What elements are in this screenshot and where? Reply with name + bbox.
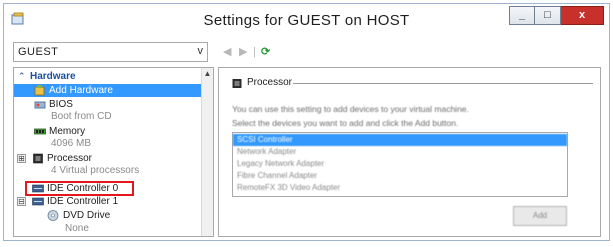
refresh-icon[interactable]: ⟳: [261, 44, 270, 60]
add-button[interactable]: Add: [513, 206, 567, 226]
add-hardware-icon: [34, 85, 45, 96]
forward-arrow-icon[interactable]: ▶: [239, 44, 247, 60]
collapse-chevron-icon[interactable]: ⌃: [18, 70, 26, 83]
maximize-button[interactable]: □: [535, 6, 561, 25]
vm-selector-value: GUEST: [18, 46, 59, 58]
settings-window: Settings for GUEST on HOST _ □ x GUEST v…: [3, 3, 610, 241]
scroll-up-arrow-icon[interactable]: ▲: [202, 69, 213, 78]
tree-item-label: IDE Controller 1: [47, 196, 119, 207]
tree-item-subtext: 4 Virtual processors: [51, 165, 140, 176]
settings-panel: Processor You can use this setting to ad…: [218, 67, 601, 237]
tree-item-dvd-drive[interactable]: DVD Drive: [14, 209, 202, 222]
device-item-fibre-channel-adapter[interactable]: Fibre Channel Adapter: [233, 170, 567, 182]
tree-item-subtext: None: [65, 223, 89, 234]
tree-header-hardware[interactable]: ⌃ Hardware: [14, 70, 202, 83]
device-item-scsi-controller[interactable]: SCSI Controller: [233, 134, 567, 146]
processor-icon: [33, 153, 43, 164]
tree-item-label: Add Hardware: [49, 85, 113, 96]
device-item-remotefx-adapter[interactable]: RemoteFX 3D Video Adapter: [233, 182, 567, 194]
tree-item-subtext: 4096 MB: [51, 138, 92, 149]
device-item-legacy-network-adapter[interactable]: Legacy Network Adapter: [233, 158, 567, 170]
title-bar[interactable]: Settings for GUEST on HOST _ □ x: [4, 4, 609, 36]
nav-separator: |: [253, 46, 256, 58]
memory-icon: [34, 128, 46, 135]
section-title: Processor: [247, 77, 293, 88]
tree-scrollbar[interactable]: ▲: [201, 68, 213, 236]
section-divider: [293, 83, 593, 84]
device-item-network-adapter[interactable]: Network Adapter: [233, 146, 567, 158]
collapse-icon[interactable]: ⊟: [17, 197, 26, 206]
highlight-annotation-box: [25, 181, 134, 196]
tree-item-add-hardware[interactable]: Add Hardware: [14, 84, 202, 97]
bios-icon: [34, 101, 46, 109]
vm-selector-dropdown[interactable]: GUEST v: [13, 42, 208, 62]
description-line-1: You can use this setting to add devices …: [232, 104, 469, 114]
processor-icon: [232, 79, 242, 88]
tree-header-label: Hardware: [30, 71, 76, 82]
device-list[interactable]: SCSI Controller Network Adapter Legacy N…: [232, 132, 568, 197]
hardware-tree: ⌃ Hardware Add Hardware BIOS Boot from C…: [13, 67, 214, 237]
tree-item-label: DVD Drive: [63, 210, 111, 221]
description-line-2: Select the devices you want to add and c…: [232, 118, 459, 128]
dvd-drive-icon: [47, 210, 59, 221]
ide-controller-icon: [32, 197, 44, 206]
chevron-down-icon[interactable]: v: [198, 45, 204, 57]
minimize-button[interactable]: _: [509, 6, 535, 25]
tree-item-subtext: Boot from CD: [51, 111, 112, 122]
tree-item-ide-controller-1[interactable]: ⊟ IDE Controller 1: [14, 195, 202, 208]
expand-icon[interactable]: ⊞: [17, 154, 26, 163]
back-arrow-icon[interactable]: ◀: [223, 44, 231, 60]
close-button[interactable]: x: [561, 6, 604, 25]
